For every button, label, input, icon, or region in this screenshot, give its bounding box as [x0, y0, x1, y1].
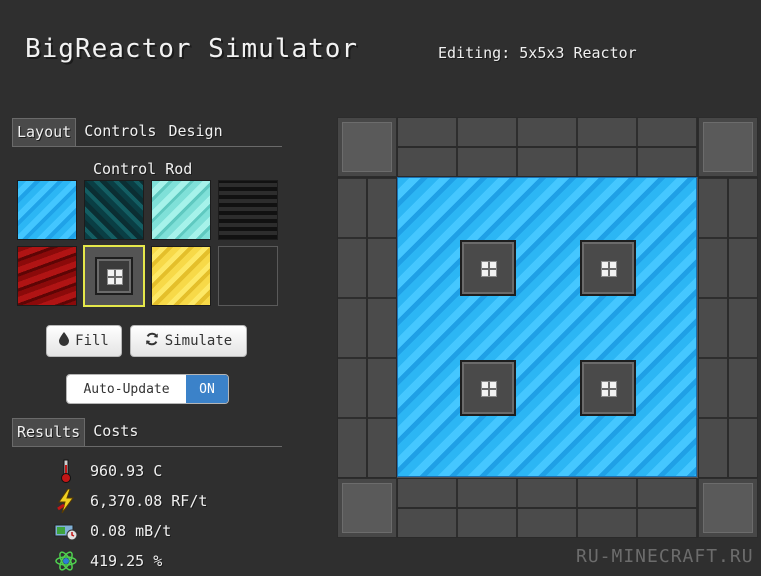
- reactor-casing-left[interactable]: [337, 177, 397, 478]
- block-palette: [17, 180, 278, 307]
- reactor-corner[interactable]: [337, 478, 397, 538]
- simulate-button-label: Simulate: [164, 333, 233, 349]
- energy-value: 6,370.08 RF/t: [90, 492, 208, 510]
- tab-controls[interactable]: Controls: [80, 118, 160, 146]
- app-title: BigReactor Simulator: [25, 34, 359, 64]
- tab-layout[interactable]: Layout: [12, 118, 77, 146]
- auto-update-toggle[interactable]: Auto-Update ON: [66, 374, 229, 404]
- fill-button-label: Fill: [75, 333, 109, 349]
- reactor-interior-water[interactable]: [397, 177, 697, 477]
- simulate-button[interactable]: Simulate: [130, 325, 247, 357]
- reactor-corner[interactable]: [698, 117, 758, 177]
- fill-button[interactable]: Fill: [46, 325, 122, 357]
- empty-block-icon[interactable]: [218, 246, 278, 306]
- reactor-casing-bottom[interactable]: [397, 478, 698, 538]
- tab-results[interactable]: Results: [12, 418, 86, 446]
- editing-label: Editing: 5x5x3 Reactor: [438, 44, 637, 62]
- fuel-value: 0.08 mB/t: [90, 522, 172, 540]
- reactor-corner[interactable]: [698, 478, 758, 538]
- lightning-icon: [54, 489, 78, 513]
- auto-update-label: Auto-Update: [67, 375, 186, 403]
- black-block-icon[interactable]: [218, 180, 278, 240]
- control-rod-cell[interactable]: [458, 238, 518, 298]
- reactor-casing-top[interactable]: [397, 117, 698, 177]
- auto-update-state[interactable]: ON: [186, 375, 228, 403]
- reactor-view: [337, 117, 758, 538]
- control-rod-icon[interactable]: [83, 245, 145, 307]
- ice-block-icon[interactable]: [151, 180, 211, 240]
- refresh-icon: [145, 332, 159, 350]
- palette-title: Control Rod: [93, 160, 193, 178]
- thermometer-icon: [54, 459, 78, 483]
- reactor-casing-right[interactable]: [698, 177, 758, 478]
- results-list: 960.93 C 6,370.08 RF/t 0.08 mB/t 419.25 …: [54, 456, 207, 576]
- results-tabs: Results Costs: [12, 418, 282, 447]
- temperature-value: 960.93 C: [90, 462, 163, 480]
- layout-tabs: Layout Controls Design: [12, 118, 282, 147]
- result-row: 960.93 C: [54, 456, 207, 486]
- atom-icon: [54, 549, 78, 573]
- water-block-icon[interactable]: [17, 180, 77, 240]
- result-row: 419.25 %: [54, 546, 207, 576]
- droplet-icon: [59, 332, 70, 350]
- watermark: RU-MINECRAFT.RU: [576, 546, 754, 567]
- efficiency-value: 419.25 %: [90, 552, 163, 570]
- gold-block-icon[interactable]: [151, 246, 211, 306]
- redstone-block-icon[interactable]: [17, 246, 77, 306]
- control-rod-cell[interactable]: [578, 358, 638, 418]
- result-row: 0.08 mB/t: [54, 516, 207, 546]
- control-rod-cell[interactable]: [458, 358, 518, 418]
- tab-costs[interactable]: Costs: [89, 418, 142, 446]
- result-row: 6,370.08 RF/t: [54, 486, 207, 516]
- control-rod-cell[interactable]: [578, 238, 638, 298]
- reactor-corner[interactable]: [337, 117, 397, 177]
- tab-design[interactable]: Design: [164, 118, 226, 146]
- fuel-icon: [54, 519, 78, 543]
- cyan-block-icon[interactable]: [84, 180, 144, 240]
